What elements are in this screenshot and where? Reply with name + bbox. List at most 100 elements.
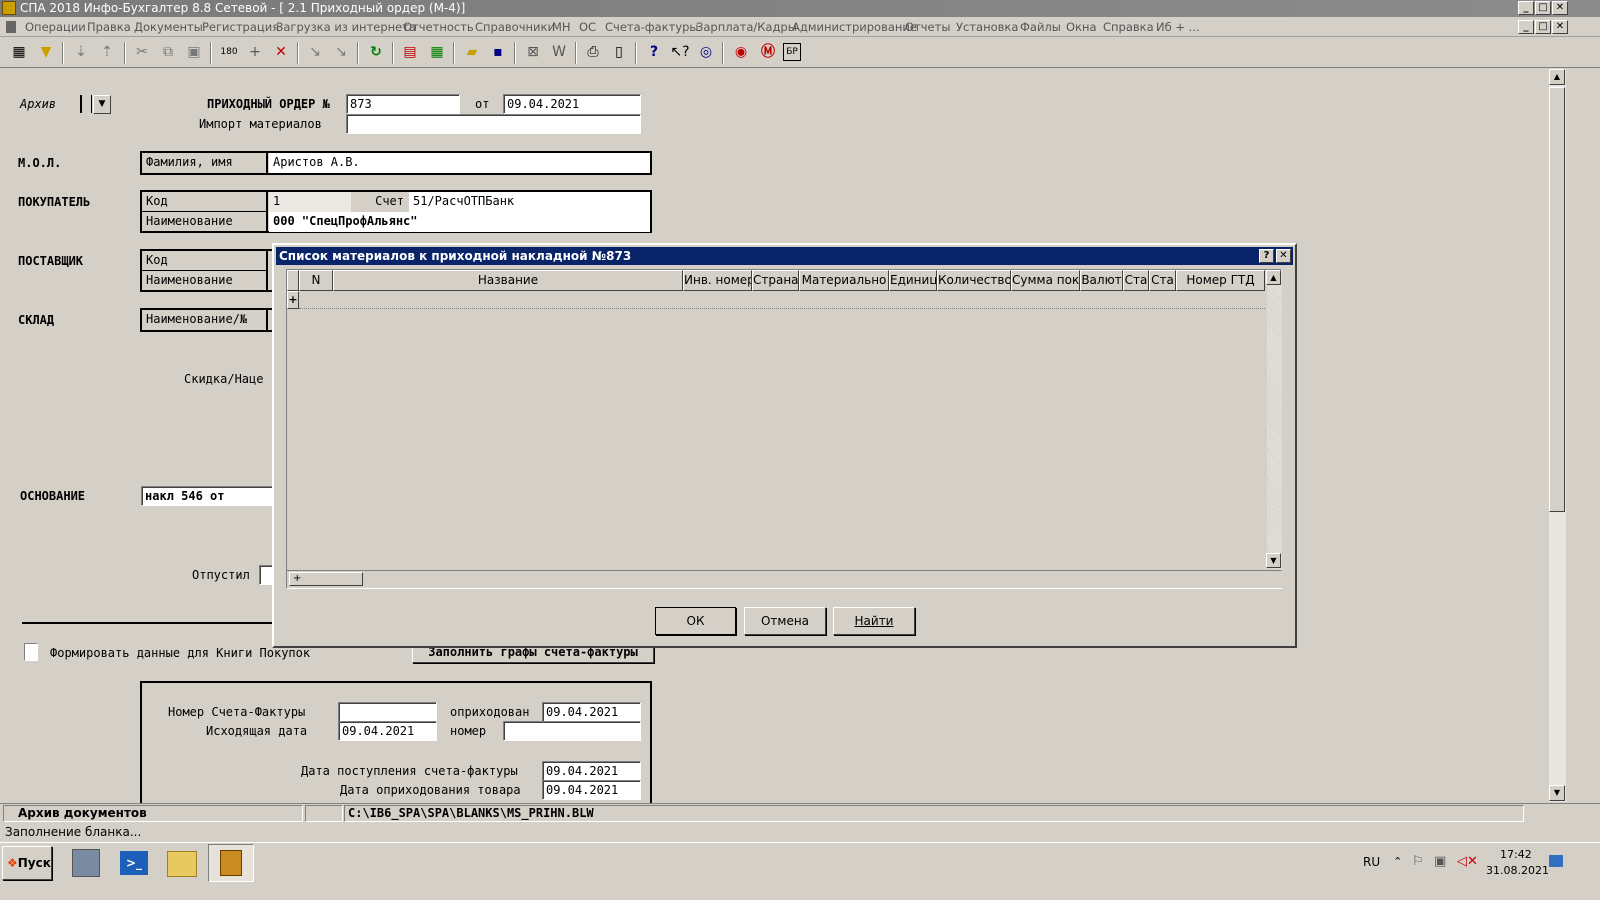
menu-administration[interactable]: Администрирование (792, 20, 917, 34)
menu-mn[interactable]: МН (552, 20, 571, 34)
sort-desc-icon[interactable]: ⇡ (96, 41, 118, 63)
col-units[interactable]: Единиц (889, 270, 937, 291)
copy-icon[interactable]: ⧉ (157, 41, 179, 63)
buyer-code-field[interactable]: 1 (269, 192, 351, 212)
menu-invoices[interactable]: Счета-фактуры (605, 20, 699, 34)
renumber-icon[interactable]: 180 (218, 41, 240, 63)
form-scrollbar[interactable]: ▲ ▼ (1549, 69, 1566, 802)
child-restore-button[interactable]: □ (1535, 20, 1551, 34)
grid-scroll-up-button[interactable]: ▲ (1266, 270, 1281, 285)
col-country[interactable]: Страна (752, 270, 799, 291)
menu-registration[interactable]: Регистрация (202, 20, 279, 34)
mol-field[interactable]: Аристов А.В. (269, 153, 650, 173)
pick-icon[interactable]: ↘ (304, 41, 326, 63)
menu-edit[interactable]: Правка (87, 20, 131, 34)
menu-os[interactable]: ОС (579, 20, 596, 34)
child-close-button[interactable]: ✕ (1552, 20, 1568, 34)
col-name[interactable]: Название (333, 270, 683, 291)
child-minimize-button[interactable]: _ (1518, 20, 1534, 34)
menu-payroll[interactable]: Зарплата/Кадры (696, 20, 797, 34)
dialog-close-button[interactable]: ✕ (1276, 249, 1291, 263)
menu-setup[interactable]: Установка (956, 20, 1018, 34)
language-indicator[interactable]: RU (1363, 855, 1380, 869)
show-desktop-icon[interactable] (1549, 855, 1563, 867)
footer-add-marker[interactable]: + (289, 572, 363, 586)
grid-vscrollbar[interactable]: ▲ ▼ (1266, 270, 1282, 569)
open-folder-icon[interactable]: ▰ (461, 41, 483, 63)
menu-ib-more[interactable]: Иб + ... (1156, 20, 1200, 34)
grid-icon[interactable]: ▦ (8, 41, 30, 63)
minimize-button[interactable]: _ (1518, 1, 1534, 15)
pick-all-icon[interactable]: ↘ (330, 41, 352, 63)
menu-reporting[interactable]: Отчетность (403, 20, 474, 34)
context-help-icon[interactable]: ↖? (669, 41, 691, 63)
cut-icon[interactable]: ✂ (131, 41, 153, 63)
menu-documents[interactable]: Документы (134, 20, 203, 34)
start-button[interactable]: ❖Пуск (2, 846, 52, 880)
col-n[interactable]: N (299, 270, 333, 291)
col-rate-2[interactable]: Ста (1149, 270, 1176, 291)
table-row[interactable] (299, 291, 1265, 309)
menu-reports[interactable]: Отчеты (905, 20, 950, 34)
grid-scroll-down-button[interactable]: ▼ (1266, 553, 1281, 568)
menu-internet-import[interactable]: Загрузка из интернета (276, 20, 416, 34)
menu-files[interactable]: Файлы (1020, 20, 1061, 34)
flag-icon[interactable]: ⚐ (1412, 854, 1424, 869)
number-field[interactable] (503, 721, 641, 741)
print-icon[interactable]: ⎙ (582, 41, 604, 63)
order-number-field[interactable]: 873 (346, 94, 460, 114)
col-rate-1[interactable]: Ста (1123, 270, 1149, 291)
compass-icon[interactable]: ◎ (695, 41, 717, 63)
menu-help[interactable]: Справка (1103, 20, 1154, 34)
explorer-icon[interactable] (167, 851, 197, 877)
scroll-up-button[interactable]: ▲ (1549, 69, 1565, 85)
taskbar-app-active[interactable] (208, 844, 254, 882)
sort-asc-icon[interactable]: ⇣ (70, 41, 92, 63)
delete-icon[interactable]: ✕ (270, 41, 292, 63)
save-icon[interactable]: ▪ (487, 41, 509, 63)
server-manager-icon[interactable] (72, 849, 100, 877)
refresh-icon[interactable]: ↻ (365, 41, 387, 63)
find-button[interactable]: Найти (833, 607, 915, 635)
paste-icon[interactable]: ▣ (183, 41, 205, 63)
m-icon[interactable]: Ⓜ (757, 41, 779, 63)
invoice-number-field[interactable] (338, 702, 437, 722)
excel-icon[interactable]: ⊠ (522, 41, 544, 63)
col-purchase-sum[interactable]: Сумма поку (1011, 270, 1080, 291)
buyer-name-field[interactable]: 000 "СпецПрофАльянс" (269, 212, 650, 232)
close-button[interactable]: ✕ (1552, 1, 1568, 15)
basis-field[interactable]: накл 546 от (141, 486, 274, 506)
add-icon[interactable]: + (244, 41, 266, 63)
network-icon[interactable]: ▣ (1434, 854, 1446, 869)
order-date-field[interactable]: 09.04.2021 (503, 94, 641, 114)
materials-grid[interactable]: N Название Инв. номер Страна Материально… (286, 269, 1282, 589)
col-currency[interactable]: Валют (1080, 270, 1123, 291)
br-icon[interactable]: БР (783, 43, 801, 61)
goods-posting-date-field[interactable]: 09.04.2021 (542, 780, 641, 800)
archive-dropdown[interactable]: ▼ (93, 95, 111, 114)
calendar-icon[interactable]: ▤ (399, 41, 421, 63)
scroll-thumb[interactable] (1549, 87, 1565, 512)
col-inv-number[interactable]: Инв. номер (683, 270, 752, 291)
ok-button[interactable]: ОК (655, 607, 736, 635)
invoice-receipt-date-field[interactable]: 09.04.2021 (542, 761, 641, 781)
cancel-button[interactable]: Отмена (744, 607, 826, 635)
import-field[interactable] (346, 114, 641, 134)
buyer-account-field[interactable]: 51/РасчОТПБанк (409, 192, 650, 212)
volume-muted-icon[interactable]: ◁✕ (1457, 854, 1478, 869)
col-material[interactable]: Материально (799, 270, 889, 291)
tray-expand-icon[interactable]: ⌃ (1393, 855, 1402, 868)
preview-icon[interactable]: ▯ (608, 41, 630, 63)
filter-icon[interactable]: ▼ (35, 41, 57, 63)
menu-windows[interactable]: Окна (1066, 20, 1097, 34)
menu-operations[interactable]: Операции (25, 20, 86, 34)
outgoing-date-field[interactable]: 09.04.2021 (338, 721, 437, 741)
lifebuoy-icon[interactable]: ◉ (730, 41, 752, 63)
maximize-button[interactable]: □ (1535, 1, 1551, 15)
scroll-down-button[interactable]: ▼ (1549, 785, 1565, 801)
word-icon[interactable]: W (548, 41, 570, 63)
powershell-icon[interactable]: >_ (120, 851, 148, 875)
help-icon[interactable]: ? (643, 41, 665, 63)
menu-directories[interactable]: Справочники (475, 20, 555, 34)
purchase-book-checkbox[interactable] (24, 643, 38, 661)
